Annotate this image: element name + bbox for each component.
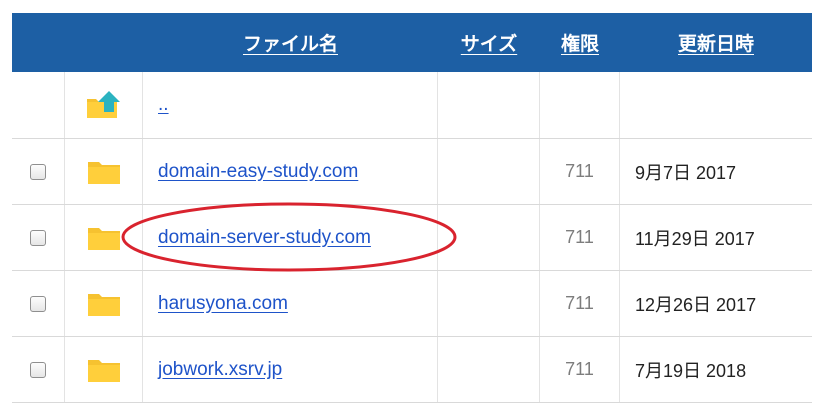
row-size-cell [438, 271, 540, 336]
header-icon-col [65, 13, 143, 72]
row-checkbox[interactable] [30, 295, 46, 312]
row-check-cell [12, 271, 65, 336]
table-row: domain-easy-study.com 711 9月7日 2017 [12, 139, 812, 205]
parent-directory-row: .. [12, 72, 812, 139]
table-row: jobwork.xsrv.jp 711 7月19日 2018 [12, 337, 812, 403]
header-modified[interactable]: 更新日時 [620, 13, 812, 72]
parent-icon-cell [65, 72, 143, 138]
row-permission: 711 [540, 337, 620, 402]
row-permission: 711 [540, 271, 620, 336]
header-name[interactable]: ファイル名 [143, 13, 438, 72]
folder-icon [87, 359, 120, 382]
header-size-label[interactable]: サイズ [461, 29, 517, 56]
header-name-label[interactable]: ファイル名 [243, 29, 338, 56]
row-name-cell: domain-server-study.com [143, 205, 438, 270]
folder-icon [87, 227, 120, 250]
row-permission: 711 [540, 205, 620, 270]
folder-link[interactable]: jobwork.xsrv.jp [158, 359, 282, 381]
folder-link[interactable]: domain-server-study.com [158, 227, 371, 249]
header-size[interactable]: サイズ [438, 13, 540, 72]
parent-size-cell [438, 72, 540, 138]
row-size-cell [438, 205, 540, 270]
row-name-cell: domain-easy-study.com [143, 139, 438, 204]
table-row: harusyona.com 711 12月26日 2017 [12, 271, 812, 337]
parent-perm-cell [540, 72, 620, 138]
row-modified: 12月26日 2017 [635, 294, 757, 315]
row-name-cell: harusyona.com [143, 271, 438, 336]
header-check-col [12, 13, 65, 72]
row-modified: 11月29日 2017 [635, 228, 755, 249]
row-checkbox[interactable] [30, 361, 46, 378]
header-modified-label[interactable]: 更新日時 [678, 29, 754, 56]
row-name-cell: jobwork.xsrv.jp [143, 337, 438, 402]
row-modified: 7月19日 2018 [635, 360, 747, 381]
row-icon-cell [65, 337, 143, 402]
folder-icon [87, 293, 120, 316]
row-icon-cell [65, 271, 143, 336]
folder-up-icon [86, 91, 120, 118]
row-check-cell [12, 205, 65, 270]
row-check-cell [12, 139, 65, 204]
row-checkbox[interactable] [30, 229, 46, 246]
row-size-cell [438, 139, 540, 204]
parent-name-cell: .. [143, 72, 438, 138]
row-icon-cell [65, 139, 143, 204]
row-checkbox[interactable] [30, 163, 46, 180]
table-row: domain-server-study.com 711 11月29日 2017 [12, 205, 812, 271]
parent-directory-link[interactable]: .. [158, 94, 169, 116]
row-modified: 9月7日 2017 [635, 162, 737, 183]
header-permission[interactable]: 権限 [540, 13, 620, 72]
row-size-cell [438, 337, 540, 402]
folder-link[interactable]: harusyona.com [158, 293, 288, 315]
folder-icon [87, 161, 120, 184]
file-table: ファイル名 サイズ 権限 更新日時 .. domain-easy-study.c… [12, 13, 812, 403]
folder-link[interactable]: domain-easy-study.com [158, 161, 358, 183]
header-permission-label[interactable]: 権限 [561, 29, 599, 56]
table-header: ファイル名 サイズ 権限 更新日時 [12, 13, 812, 72]
parent-date-cell [620, 72, 812, 138]
row-check-cell [12, 337, 65, 402]
parent-check-cell [12, 72, 65, 138]
row-permission: 711 [540, 139, 620, 204]
row-icon-cell [65, 205, 143, 270]
